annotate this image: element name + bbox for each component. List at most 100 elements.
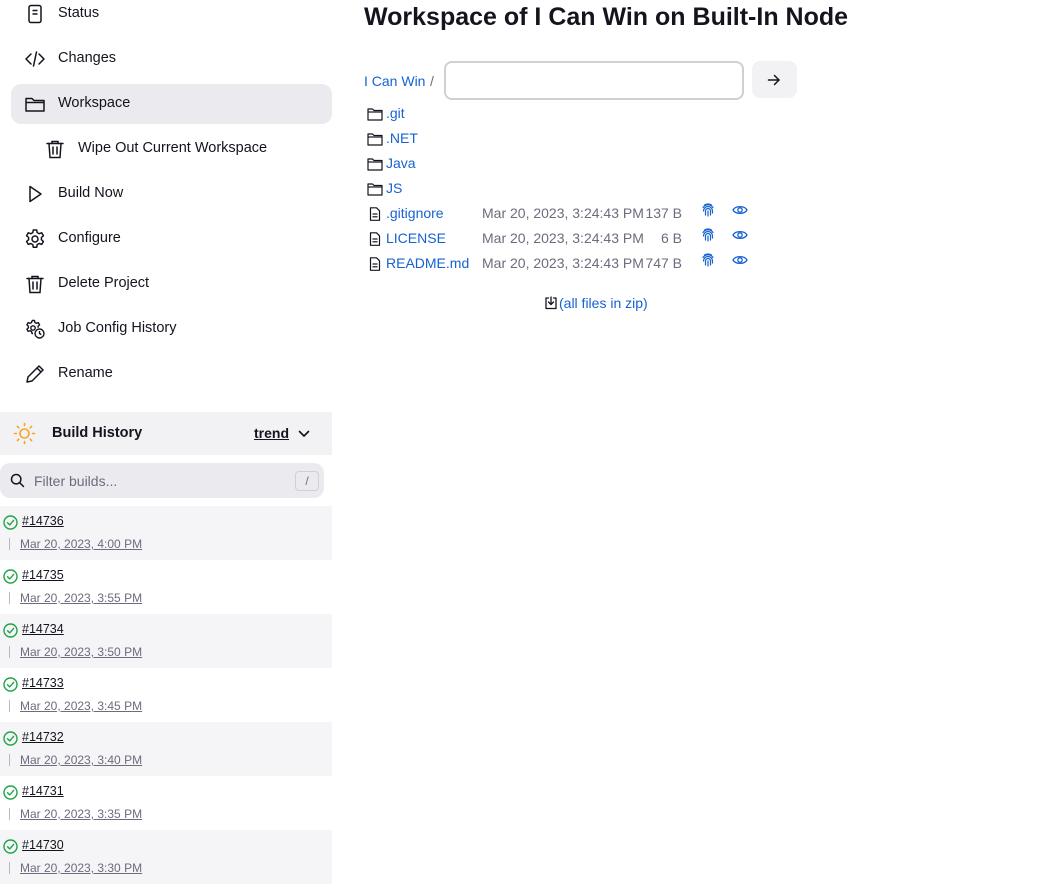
task-wipe-out-workspace[interactable]: Wipe Out Current Workspace — [11, 129, 332, 169]
build-row: #14733 Mar 20, 2023, 3:45 PM — [0, 668, 332, 722]
build-row: #14734 Mar 20, 2023, 3:50 PM — [0, 614, 332, 668]
code-icon — [24, 48, 46, 70]
folder-icon — [367, 182, 383, 196]
task-label: Build Now — [58, 185, 124, 201]
build-date-link[interactable]: Mar 20, 2023, 3:50 PM — [20, 645, 142, 659]
folder-row: JS — [364, 176, 764, 201]
success-icon — [3, 623, 18, 638]
task-build-now[interactable]: Build Now — [11, 174, 332, 214]
build-date-link[interactable]: Mar 20, 2023, 4:00 PM — [20, 537, 142, 551]
fingerprint-icon[interactable] — [700, 252, 716, 268]
file-icon — [367, 257, 383, 271]
file-row: README.md Mar 20, 2023, 3:24:43 PM 747 B — [364, 251, 764, 276]
trash-icon — [44, 138, 66, 160]
keyboard-shortcut-hint: / — [295, 471, 319, 491]
build-number-link[interactable]: #14736 — [22, 514, 64, 528]
file-size: 747 B — [645, 255, 682, 271]
config-history-icon — [24, 318, 46, 340]
folder-link[interactable]: Java — [386, 155, 416, 171]
file-link[interactable]: .gitignore — [386, 205, 444, 221]
build-history-header: Build History trend — [0, 412, 332, 455]
build-date-link[interactable]: Mar 20, 2023, 3:55 PM — [20, 591, 142, 605]
build-date-link[interactable]: Mar 20, 2023, 3:40 PM — [20, 753, 142, 767]
task-delete-project[interactable]: Delete Project — [11, 264, 332, 304]
sun-icon — [13, 422, 36, 445]
task-status[interactable]: Status — [11, 0, 332, 34]
success-icon — [3, 731, 18, 746]
folder-link[interactable]: JS — [386, 180, 402, 196]
timeline-bar — [9, 538, 10, 550]
eye-icon[interactable] — [732, 228, 748, 242]
fingerprint-icon[interactable] — [700, 202, 716, 218]
success-icon — [3, 839, 18, 854]
go-button[interactable] — [752, 61, 797, 98]
filter-builds-box: / — [0, 463, 324, 498]
build-history-title: Build History — [52, 425, 143, 441]
folder-icon — [367, 132, 383, 146]
task-job-config-history[interactable]: Job Config History — [11, 309, 332, 349]
file-row: LICENSE Mar 20, 2023, 3:24:43 PM 6 B — [364, 226, 764, 251]
folder-link[interactable]: .git — [386, 105, 405, 121]
success-icon — [3, 569, 18, 584]
eye-icon[interactable] — [732, 203, 748, 217]
timeline-bar — [9, 592, 10, 604]
build-row: #14730 Mar 20, 2023, 3:30 PM — [0, 830, 332, 884]
success-icon — [3, 785, 18, 800]
task-label: Configure — [58, 230, 121, 246]
build-number-link[interactable]: #14732 — [22, 730, 64, 744]
task-changes[interactable]: Changes — [11, 39, 332, 79]
file-date: Mar 20, 2023, 3:24:43 PM — [482, 205, 644, 221]
build-number-link[interactable]: #14734 — [22, 622, 64, 636]
folder-icon — [24, 93, 46, 115]
file-link[interactable]: LICENSE — [386, 230, 446, 246]
gear-icon — [24, 228, 46, 250]
task-configure[interactable]: Configure — [11, 219, 332, 259]
filter-builds-input[interactable] — [34, 469, 284, 492]
build-row: #14732 Mar 20, 2023, 3:40 PM — [0, 722, 332, 776]
folder-link[interactable]: .NET — [386, 130, 418, 146]
task-label: Workspace — [58, 95, 131, 111]
file-row: .gitignore Mar 20, 2023, 3:24:43 PM 137 … — [364, 201, 764, 226]
folder-icon — [367, 157, 383, 171]
success-icon — [3, 677, 18, 692]
task-label: Rename — [58, 365, 113, 381]
page-title: Workspace of I Can Win on Built-In Node — [364, 3, 849, 31]
path-input[interactable] — [444, 61, 744, 100]
build-number-link[interactable]: #14735 — [22, 568, 64, 582]
file-size: 137 B — [645, 205, 682, 221]
fingerprint-icon[interactable] — [700, 227, 716, 243]
success-icon — [3, 515, 18, 530]
task-label: Changes — [58, 50, 117, 66]
timeline-bar — [9, 754, 10, 766]
task-rename[interactable]: Rename — [11, 354, 332, 394]
file-icon — [367, 207, 383, 221]
breadcrumb-separator: / — [430, 73, 434, 89]
file-listing: .git .NET Java JS .gitignore Mar 20, 202… — [364, 101, 764, 276]
file-date: Mar 20, 2023, 3:24:43 PM — [482, 230, 644, 246]
file-date: Mar 20, 2023, 3:24:43 PM — [482, 255, 644, 271]
timeline-bar — [9, 808, 10, 820]
sidebar: Status Changes Workspace Wipe Out Curren… — [0, 0, 332, 884]
eye-icon[interactable] — [732, 253, 748, 267]
build-date-link[interactable]: Mar 20, 2023, 3:45 PM — [20, 699, 142, 713]
task-label: Job Config History — [58, 320, 177, 336]
build-number-link[interactable]: #14731 — [22, 784, 64, 798]
chevron-down-icon[interactable] — [297, 427, 311, 441]
download-zip-label: (all files in zip) — [559, 295, 648, 311]
task-workspace[interactable]: Workspace — [11, 84, 332, 124]
folder-row: .git — [364, 101, 764, 126]
file-icon — [367, 232, 383, 246]
task-label: Delete Project — [58, 275, 150, 291]
build-list: #14736 Mar 20, 2023, 4:00 PM #14735 Mar … — [0, 506, 332, 884]
build-date-link[interactable]: Mar 20, 2023, 3:35 PM — [20, 807, 142, 821]
build-number-link[interactable]: #14730 — [22, 838, 64, 852]
breadcrumb-root-link[interactable]: I Can Win — [364, 73, 425, 89]
build-date-link[interactable]: Mar 20, 2023, 3:30 PM — [20, 861, 142, 875]
folder-row: Java — [364, 151, 764, 176]
file-link[interactable]: README.md — [386, 255, 469, 271]
build-number-link[interactable]: #14733 — [22, 676, 64, 690]
trash-icon — [24, 273, 46, 295]
task-label: Status — [58, 5, 100, 21]
play-icon — [24, 183, 46, 205]
trend-link[interactable]: trend — [254, 425, 289, 441]
